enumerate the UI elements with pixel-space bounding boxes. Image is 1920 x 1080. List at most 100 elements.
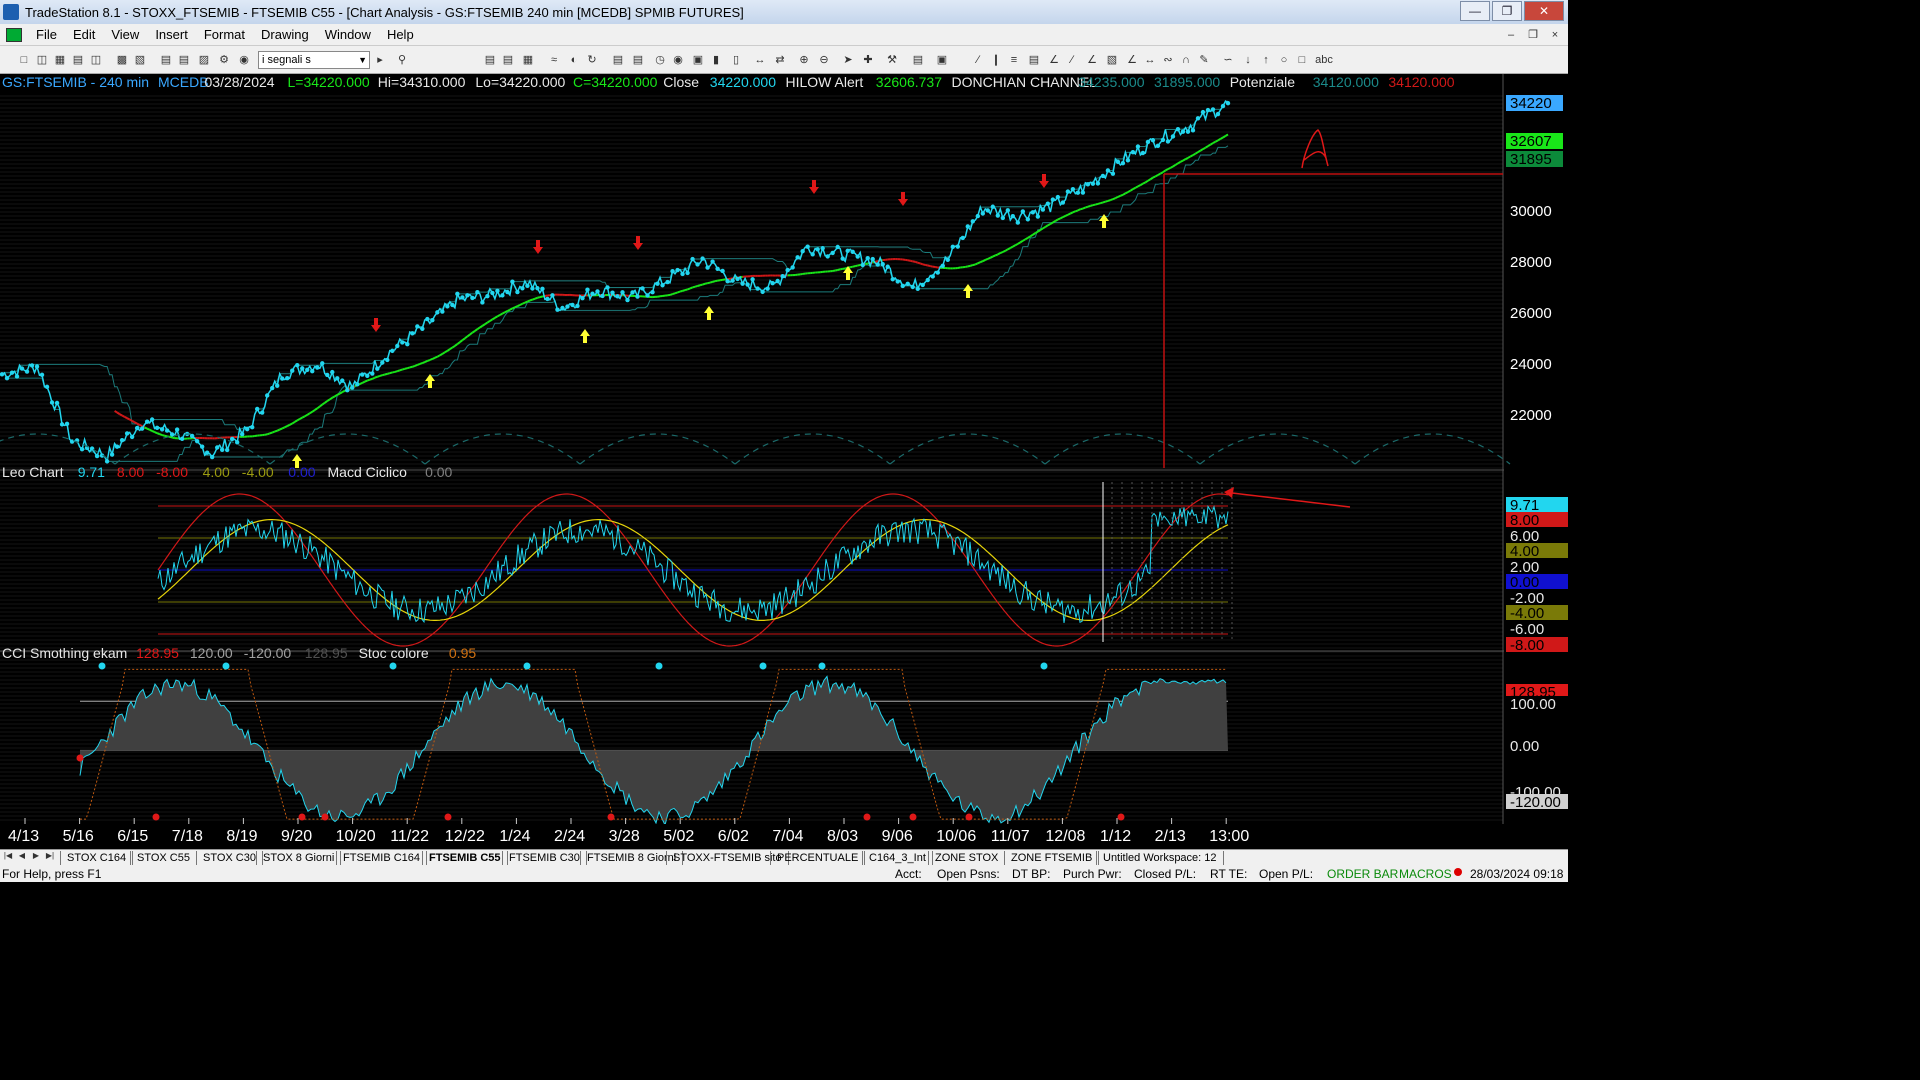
format-icon[interactable]: ▤ — [610, 52, 626, 67]
order-bar-button[interactable]: ORDER BAR — [1327, 867, 1398, 881]
tab-next-icon[interactable]: ▶ — [30, 851, 42, 864]
arrow-down-icon[interactable]: ↓ — [1240, 52, 1256, 67]
channel-icon[interactable]: ∕ — [1064, 52, 1080, 67]
trendline-icon[interactable]: ∕ — [970, 52, 986, 67]
rectangle-icon[interactable]: □ — [1294, 52, 1310, 67]
curve-icon[interactable]: ∽ — [1220, 52, 1236, 67]
vertical-lines-icon[interactable]: ❙ — [988, 52, 1004, 67]
tab-percentuale[interactable]: PERCENTUALE — [770, 851, 866, 865]
open-folder-icon[interactable]: ◫ — [34, 52, 50, 67]
folder-icon[interactable]: ◫ — [88, 52, 104, 67]
menu-insert[interactable]: Insert — [147, 27, 196, 42]
candles-icon[interactable]: ▯ — [728, 52, 744, 67]
price-bar — [79, 447, 85, 452]
paint-icon[interactable]: ◉ — [236, 52, 252, 67]
tab-c164-3-int[interactable]: C164_3_Int — [862, 851, 933, 865]
macros-button[interactable]: MACROS — [1399, 867, 1452, 881]
hilow-line-segment — [276, 428, 281, 432]
minimize-button[interactable]: — — [1460, 1, 1490, 21]
menu-drawing[interactable]: Drawing — [253, 27, 317, 42]
print-icon[interactable]: ▩ — [114, 52, 130, 67]
fan-icon[interactable]: ∠ — [1046, 52, 1062, 67]
close-button[interactable]: ✕ — [1524, 1, 1564, 21]
indicator-icon[interactable]: ≈ — [546, 52, 562, 67]
workspace-combo[interactable]: i segnali s ▼ — [258, 51, 370, 69]
arc-icon[interactable]: ∩ — [1178, 52, 1194, 67]
fib-icon[interactable]: ▤ — [1026, 52, 1042, 67]
chart-area[interactable]: GS:FTSEMIB - 240 min MCEDB 03/28/2024 L=342… — [0, 74, 1568, 824]
price-bar — [810, 252, 815, 257]
search-icon[interactable]: ⚲ — [394, 52, 410, 67]
price-bar — [620, 290, 625, 295]
menu-window[interactable]: Window — [317, 27, 379, 42]
monitor-icon[interactable]: ▣ — [690, 52, 706, 67]
angle-icon[interactable]: ∠ — [1124, 52, 1140, 67]
tab-last-icon[interactable]: ▶| — [44, 851, 56, 864]
tab-stox-c30[interactable]: STOX C30 — [196, 851, 263, 865]
alarm-icon[interactable]: ◷ — [652, 52, 668, 67]
menu-help[interactable]: Help — [379, 27, 422, 42]
menu-format[interactable]: Format — [196, 27, 253, 42]
radar-icon[interactable]: ◉ — [670, 52, 686, 67]
hilow-line-segment — [714, 279, 718, 283]
tab-prev-icon[interactable]: ◀ — [16, 851, 28, 864]
arrows-icon[interactable]: ↔ — [1142, 52, 1158, 67]
hilow-line-segment — [114, 410, 118, 414]
data-window-icon[interactable]: ▤ — [910, 52, 926, 67]
tab-untitled-workspace-12[interactable]: Untitled Workspace: 12 — [1096, 851, 1224, 865]
wrench-icon[interactable]: ⚒ — [884, 52, 900, 67]
snapshot-icon[interactable]: ▣ — [934, 52, 950, 67]
tab-ftsemib-c30[interactable]: FTSEMIB C30 — [502, 851, 587, 865]
gann-icon[interactable]: ▧ — [1104, 52, 1120, 67]
tab-zone-stox[interactable]: ZONE STOX — [928, 851, 1006, 865]
save-icon[interactable]: ▦ — [52, 52, 68, 67]
text-tool-icon[interactable]: abc — [1314, 52, 1334, 67]
mdi-restore-button[interactable]: ❐ — [1524, 27, 1542, 43]
crosshair-icon[interactable]: ✚ — [860, 52, 876, 67]
tab-first-icon[interactable]: |◀ — [2, 851, 14, 864]
format2-icon[interactable]: ▤ — [630, 52, 646, 67]
menu-file[interactable]: File — [28, 27, 65, 42]
print-preview-icon[interactable]: ▧ — [132, 52, 148, 67]
layout-icon[interactable]: ▤ — [482, 52, 498, 67]
grid-icon[interactable]: ▦ — [520, 52, 536, 67]
tab-stox-c164[interactable]: STOX C164 — [60, 851, 134, 865]
arrow-up-icon[interactable]: ↑ — [1258, 52, 1274, 67]
workspace-icon[interactable]: ▤ — [70, 52, 86, 67]
speed-line-icon[interactable]: ∠ — [1084, 52, 1100, 67]
layout2-icon[interactable]: ▤ — [500, 52, 516, 67]
restore-button[interactable]: ❐ — [1492, 1, 1522, 21]
mdi-close-button[interactable]: × — [1546, 27, 1564, 43]
menu-edit[interactable]: Edit — [65, 27, 103, 42]
tab-ftsemib-c55[interactable]: FTSEMIB C55 — [422, 851, 508, 865]
strategy-icon[interactable]: ◐ — [566, 52, 582, 67]
horizontal-lines-icon[interactable]: ≡ — [1006, 52, 1022, 67]
pencil-icon[interactable]: ✎ — [1196, 52, 1212, 67]
cycle-icon[interactable]: ∾ — [1160, 52, 1176, 67]
window-icon[interactable]: ▤ — [158, 52, 174, 67]
tab-zone-ftsemib[interactable]: ZONE FTSEMIB — [1004, 851, 1100, 865]
pointer-icon[interactable]: ➤ — [840, 52, 856, 67]
compress-icon[interactable]: ⇄ — [772, 52, 788, 67]
tile-icon[interactable]: ▤ — [176, 52, 192, 67]
zoom-out-icon[interactable]: ⊖ — [816, 52, 832, 67]
chart-document-icon[interactable] — [6, 27, 22, 42]
tab-stox-c55[interactable]: STOX C55 — [130, 851, 197, 865]
new-file-icon[interactable]: □ — [16, 52, 32, 67]
bars-icon[interactable]: ▮ — [708, 52, 724, 67]
refresh-icon[interactable]: ↻ — [584, 52, 600, 67]
lock-icon[interactable]: ▨ — [196, 52, 212, 67]
mdi-minimize-button[interactable]: – — [1502, 27, 1520, 43]
play-icon[interactable]: ▸ — [372, 52, 388, 67]
menu-view[interactable]: View — [103, 27, 147, 42]
zoom-in-icon[interactable]: ⊕ — [796, 52, 812, 67]
chart-canvas[interactable]: GS:FTSEMIB - 240 min MCEDB03/28/2024 L=342… — [0, 74, 1568, 824]
hilow-line-segment — [935, 266, 938, 269]
tools-icon[interactable]: ⚙ — [216, 52, 232, 67]
tab-ftsemib-c164[interactable]: FTSEMIB C164 — [336, 851, 428, 865]
hilow-line-segment — [496, 314, 501, 318]
expand-icon[interactable]: ↔ — [752, 52, 768, 67]
tab-stox-8-giorni[interactable]: STOX 8 Giorni — [256, 851, 342, 865]
ellipse-icon[interactable]: ○ — [1276, 52, 1292, 67]
mdi-controls: – ❐ × — [1502, 27, 1564, 43]
